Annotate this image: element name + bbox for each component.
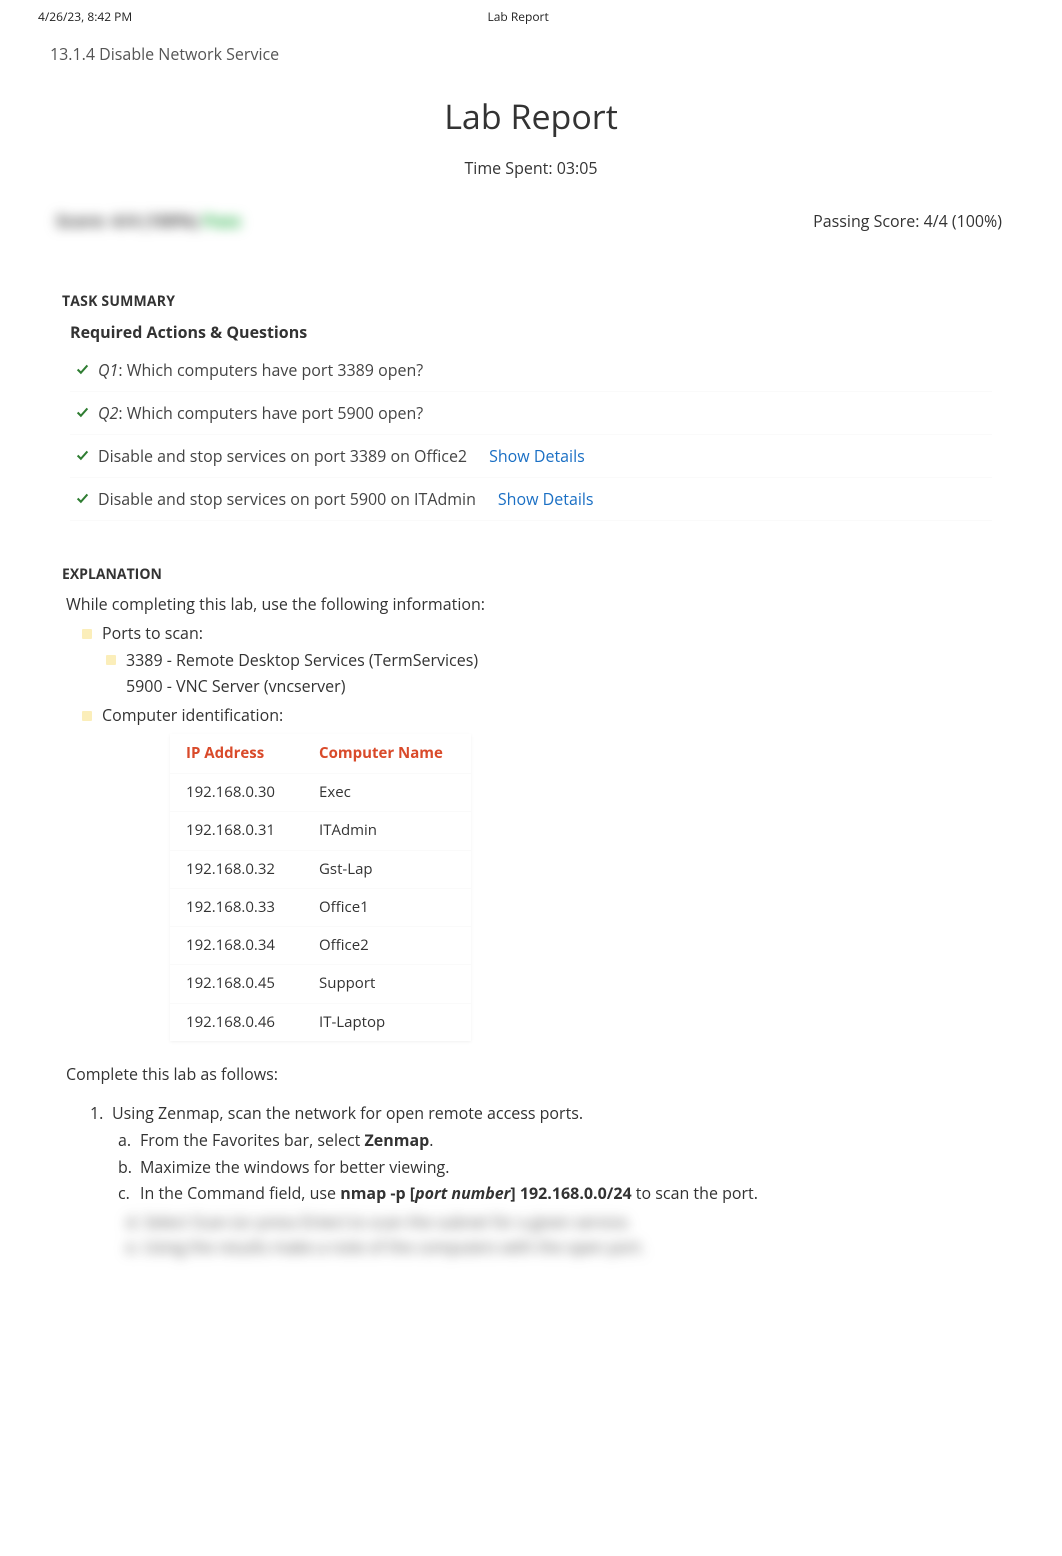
timestamp: 4/26/23, 8:42 PM [38,8,132,25]
explanation-body: While completing this lab, use the follo… [0,584,1062,1041]
blurred-steps: d. Select Scan (or press Enter) to scan … [118,1206,996,1260]
check-icon [76,359,98,381]
table-row: 192.168.0.45Support [170,965,471,1003]
table-row: 192.168.0.33Office1 [170,888,471,926]
page-title: Lab Report [0,93,1062,139]
table-header-ip: IP Address [170,734,303,774]
task-row: Q2: Which computers have port 5900 open? [70,392,992,435]
bullet-icon [82,629,92,639]
task-row: Disable and stop services on port 3389 o… [70,435,992,478]
port-line: 5900 - VNC Server (vncserver) [126,674,345,699]
task-row: Q1: Which computers have port 3389 open? [70,349,992,392]
print-header: 4/26/23, 8:42 PM Lab Report [0,0,1062,29]
show-details-link[interactable]: Show Details [489,445,585,467]
required-actions-heading: Required Actions & Questions [0,311,1062,349]
task-text: Q1: Which computers have port 3389 open? [98,359,423,381]
ip-table: IP Address Computer Name 192.168.0.30Exe… [170,734,471,1041]
score-blurred: Score: 4/4 (100%) Pass [56,209,241,232]
complete-label: Complete this lab as follows: [0,1041,1062,1085]
step-1b: b. Maximize the windows for better viewi… [118,1155,996,1180]
explanation-heading: EXPLANATION [0,521,1062,584]
time-spent: Time Spent: 03:05 [0,157,1062,179]
step-1c: c. In the Command field, use nmap -p [po… [118,1181,996,1206]
task-text: Disable and stop services on port 5900 o… [98,488,476,510]
check-icon [76,402,98,424]
passing-score: Passing Score: 4/4 (100%) [813,210,1002,232]
check-icon [76,488,98,510]
bullet-icon [106,655,116,665]
breadcrumb: 13.1.4 Disable Network Service [0,29,1062,75]
explanation-intro: While completing this lab, use the follo… [66,592,996,617]
task-list: Q1: Which computers have port 3389 open?… [0,349,1062,521]
table-row: 192.168.0.32Gst-Lap [170,850,471,888]
step-1: 1. Using Zenmap, scan the network for op… [90,1101,996,1126]
table-row: 192.168.0.31ITAdmin [170,812,471,850]
step-1a: a. From the Favorites bar, select Zenmap… [118,1128,996,1153]
table-row: 192.168.0.46IT-Laptop [170,1003,471,1041]
computer-id-label: Computer identification: [102,703,283,728]
table-row: 192.168.0.34Office2 [170,927,471,965]
header-title: Lab Report [487,8,548,25]
task-row: Disable and stop services on port 5900 o… [70,478,992,521]
port-line: 3389 - Remote Desktop Services (TermServ… [126,648,478,673]
steps-list: 1. Using Zenmap, scan the network for op… [0,1085,1062,1260]
table-row: 192.168.0.30Exec [170,774,471,812]
table-header-name: Computer Name [303,734,471,774]
task-text: Q2: Which computers have port 5900 open? [98,402,423,424]
task-summary-heading: TASK SUMMARY [0,232,1062,311]
check-icon [76,445,98,467]
show-details-link[interactable]: Show Details [498,488,594,510]
ports-label: Ports to scan: [102,621,203,646]
task-text: Disable and stop services on port 3389 o… [98,445,467,467]
bullet-icon [82,711,92,721]
